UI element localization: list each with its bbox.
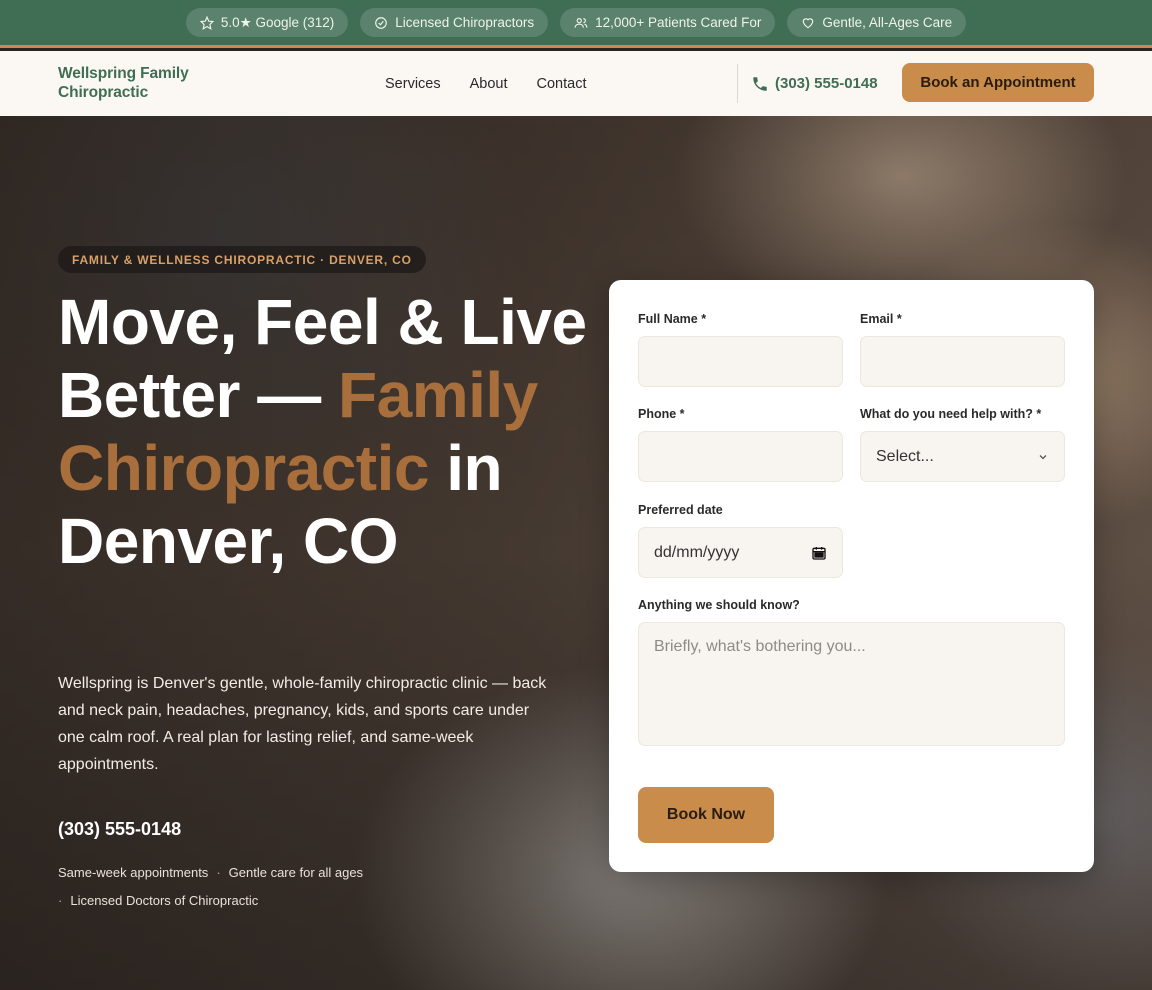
- notes-textarea[interactable]: Briefly, what's bothering you...: [638, 622, 1065, 746]
- hero-phone-link[interactable]: (303) 555-0148: [58, 819, 181, 840]
- phone-input[interactable]: [638, 431, 843, 482]
- help-topic-select[interactable]: Select...: [860, 431, 1065, 482]
- perk-item: Same-week appointments: [58, 865, 209, 880]
- nav-link-services[interactable]: Services: [385, 76, 441, 92]
- header-phone-link[interactable]: (303) 555-0148: [751, 51, 878, 116]
- hero-eyebrow: FAMILY & WELLNESS CHIROPRACTIC · DENVER,…: [58, 246, 426, 273]
- full-name-label: Full Name *: [638, 312, 707, 326]
- site-header: Wellspring Family Chiropractic Services …: [0, 51, 1152, 116]
- trust-pill-licensed: Licensed Chiropractors: [360, 8, 549, 37]
- perk-separator: ·: [216, 865, 221, 880]
- email-input[interactable]: [860, 336, 1065, 387]
- trust-pill-gentle: Gentle, All-Ages Care: [787, 8, 967, 37]
- perk-item: Gentle care for all ages: [228, 865, 364, 880]
- hero-description: Wellspring is Denver's gentle, whole-fam…: [58, 675, 547, 773]
- help-topic-label: What do you need help with? *: [860, 407, 1042, 421]
- preferred-date-label: Preferred date: [638, 503, 723, 517]
- main-nav: Services About Contact: [385, 51, 587, 116]
- notes-placeholder: Briefly, what's bothering you...: [654, 638, 866, 655]
- trust-pill-rating: 5.0★ Google (312): [185, 8, 349, 37]
- heart-icon: [803, 17, 814, 28]
- nav-link-contact[interactable]: Contact: [537, 76, 587, 92]
- help-topic-value: Select...: [876, 447, 934, 465]
- users-icon: [574, 17, 588, 28]
- hero-headline: Move, Feel & Live Better — Family Chirop…: [58, 286, 598, 578]
- trust-pill-label: 5.0★ Google (312): [220, 14, 335, 30]
- trust-pill-label: 12,000+ Patients Cared For: [595, 15, 762, 30]
- badge-check-icon: [375, 16, 388, 29]
- hero-section: FAMILY & WELLNESS CHIROPRACTIC · DENVER,…: [0, 116, 1152, 990]
- site-logo[interactable]: Wellspring Family Chiropractic: [58, 64, 218, 102]
- booking-form: Full Name * Email * Phone * What do you …: [609, 280, 1094, 872]
- phone-label: Phone *: [638, 407, 685, 421]
- email-label: Email *: [860, 312, 902, 326]
- chevron-down-icon: [1039, 454, 1047, 459]
- full-name-input[interactable]: [638, 336, 843, 387]
- header-phone-number: (303) 555-0148: [775, 75, 878, 92]
- trust-pill-label: Gentle, All-Ages Care: [822, 15, 953, 30]
- trust-pill-patients: 12,000+ Patients Cared For: [560, 8, 776, 37]
- perk-separator: ·: [58, 893, 63, 908]
- calendar-icon[interactable]: [811, 545, 827, 561]
- header-divider: [737, 64, 738, 103]
- phone-icon: [753, 76, 767, 91]
- nav-link-about[interactable]: About: [470, 76, 508, 92]
- preferred-date-input[interactable]: dd/mm/yyyy: [638, 527, 843, 578]
- star-icon: [199, 15, 214, 30]
- trust-pill-label: Licensed Chiropractors: [395, 15, 535, 30]
- book-appointment-button[interactable]: Book an Appointment: [902, 63, 1094, 102]
- hero-perks: Same-week appointments · Gentle care for a…: [58, 859, 418, 915]
- notes-label: Anything we should know?: [638, 598, 800, 612]
- trust-bar: 5.0★ Google (312) Licensed Chiropractors…: [0, 0, 1152, 48]
- date-placeholder: dd/mm/yyyy: [654, 543, 740, 561]
- book-now-button[interactable]: Book Now: [638, 787, 774, 843]
- perk-item: Licensed Doctors of Chiropractic: [70, 893, 259, 908]
